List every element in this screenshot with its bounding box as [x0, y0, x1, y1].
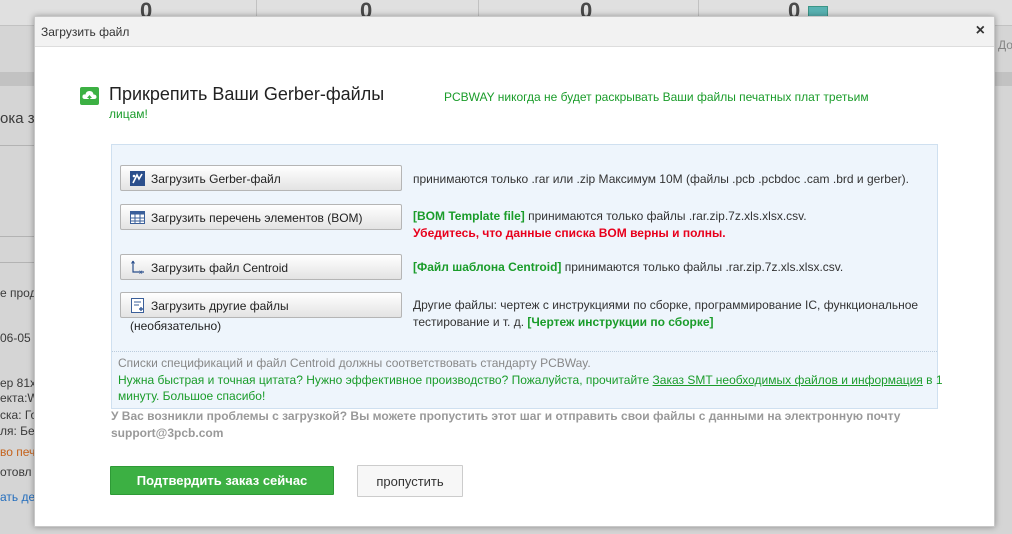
other-files-description-line2: тестирование и т. д. [Чертеж инструкции … — [413, 315, 714, 329]
upload-other-files-button[interactable]: Загрузить другие файлы (необязательно) — [120, 292, 402, 333]
button-label: Загрузить другие файлы — [151, 299, 289, 313]
smt-note-text: в 1 — [922, 373, 943, 387]
support-email[interactable]: support@3pcb.com — [111, 426, 223, 440]
bom-warning: Убедитесь, что данные списка BOM верны и… — [413, 226, 726, 240]
centroid-template-link[interactable]: [Файл шаблона Centroid] — [413, 260, 561, 274]
button-label: (необязательно) — [130, 319, 222, 333]
privacy-note: лицам! — [109, 107, 148, 121]
other-files-text: тестирование и т. д. — [413, 315, 528, 329]
button-label: Загрузить файл Centroid — [151, 261, 289, 275]
upload-bom-button[interactable]: Загрузить перечень элементов (BOM) — [120, 204, 402, 230]
centroid-formats: принимаются только файлы .rar.zip.7z.xls… — [561, 260, 844, 274]
svg-text:x: x — [139, 269, 143, 275]
centroid-description: [Файл шаблона Centroid] принимаются толь… — [413, 260, 843, 274]
gerber-icon — [130, 171, 145, 186]
smt-files-link[interactable]: Заказ SMT необходимых файлов и информаци… — [653, 373, 923, 387]
divider — [112, 351, 937, 352]
privacy-note: PCBWAY никогда не будет раскрывать Ваши … — [444, 90, 869, 104]
skip-button[interactable]: пропустить — [357, 465, 463, 497]
upload-gerber-button[interactable]: Загрузить Gerber-файл — [120, 165, 402, 191]
button-label: Загрузить Gerber-файл — [151, 172, 281, 186]
page-title: Прикрепить Ваши Gerber-файлы — [109, 84, 385, 104]
confirm-order-button[interactable]: Подтвердить заказ сейчас — [110, 466, 334, 495]
smt-note-line2: минуту. Большое спасибо! — [118, 389, 266, 403]
dialog-header: Загрузить файл × — [35, 17, 994, 47]
upload-panel: Загрузить Gerber-файл принимаются только… — [111, 144, 943, 409]
bom-template-link[interactable]: [BOM Template file] — [413, 209, 525, 223]
file-plus-icon — [130, 298, 145, 313]
axis-icon: x — [130, 260, 145, 276]
bom-description: [BOM Template file] принимаются только ф… — [413, 209, 807, 223]
gerber-description: принимаются только .rar или .zip Максиму… — [413, 172, 909, 186]
close-icon[interactable]: × — [976, 22, 985, 40]
upload-dialog: Загрузить файл × Прикрепить Ваши Gerber-… — [34, 16, 995, 527]
table-icon — [130, 210, 145, 225]
bom-formats: принимаются только файлы .rar.zip.7z.xls… — [524, 209, 807, 223]
upload-centroid-button[interactable]: x Загрузить файл Centroid — [120, 254, 402, 280]
trouble-note: У Вас возникли проблемы с загрузкой? Вы … — [111, 409, 901, 423]
button-label: Загрузить перечень элементов (BOM) — [151, 211, 363, 225]
smt-note: Нужна быстрая и точная цитата? Нужно эфф… — [118, 373, 943, 387]
standard-note: Списки спецификаций и файл Centroid долж… — [118, 356, 591, 370]
smt-note-text: Нужна быстрая и точная цитата? Нужно эфф… — [118, 373, 653, 387]
cloud-upload-icon — [80, 87, 99, 105]
other-files-description: Другие файлы: чертеж с инструкциями по с… — [413, 298, 919, 312]
assembly-drawing-link[interactable]: [Чертеж инструкции по сборке] — [527, 315, 713, 329]
dialog-title: Загрузить файл — [41, 25, 130, 39]
